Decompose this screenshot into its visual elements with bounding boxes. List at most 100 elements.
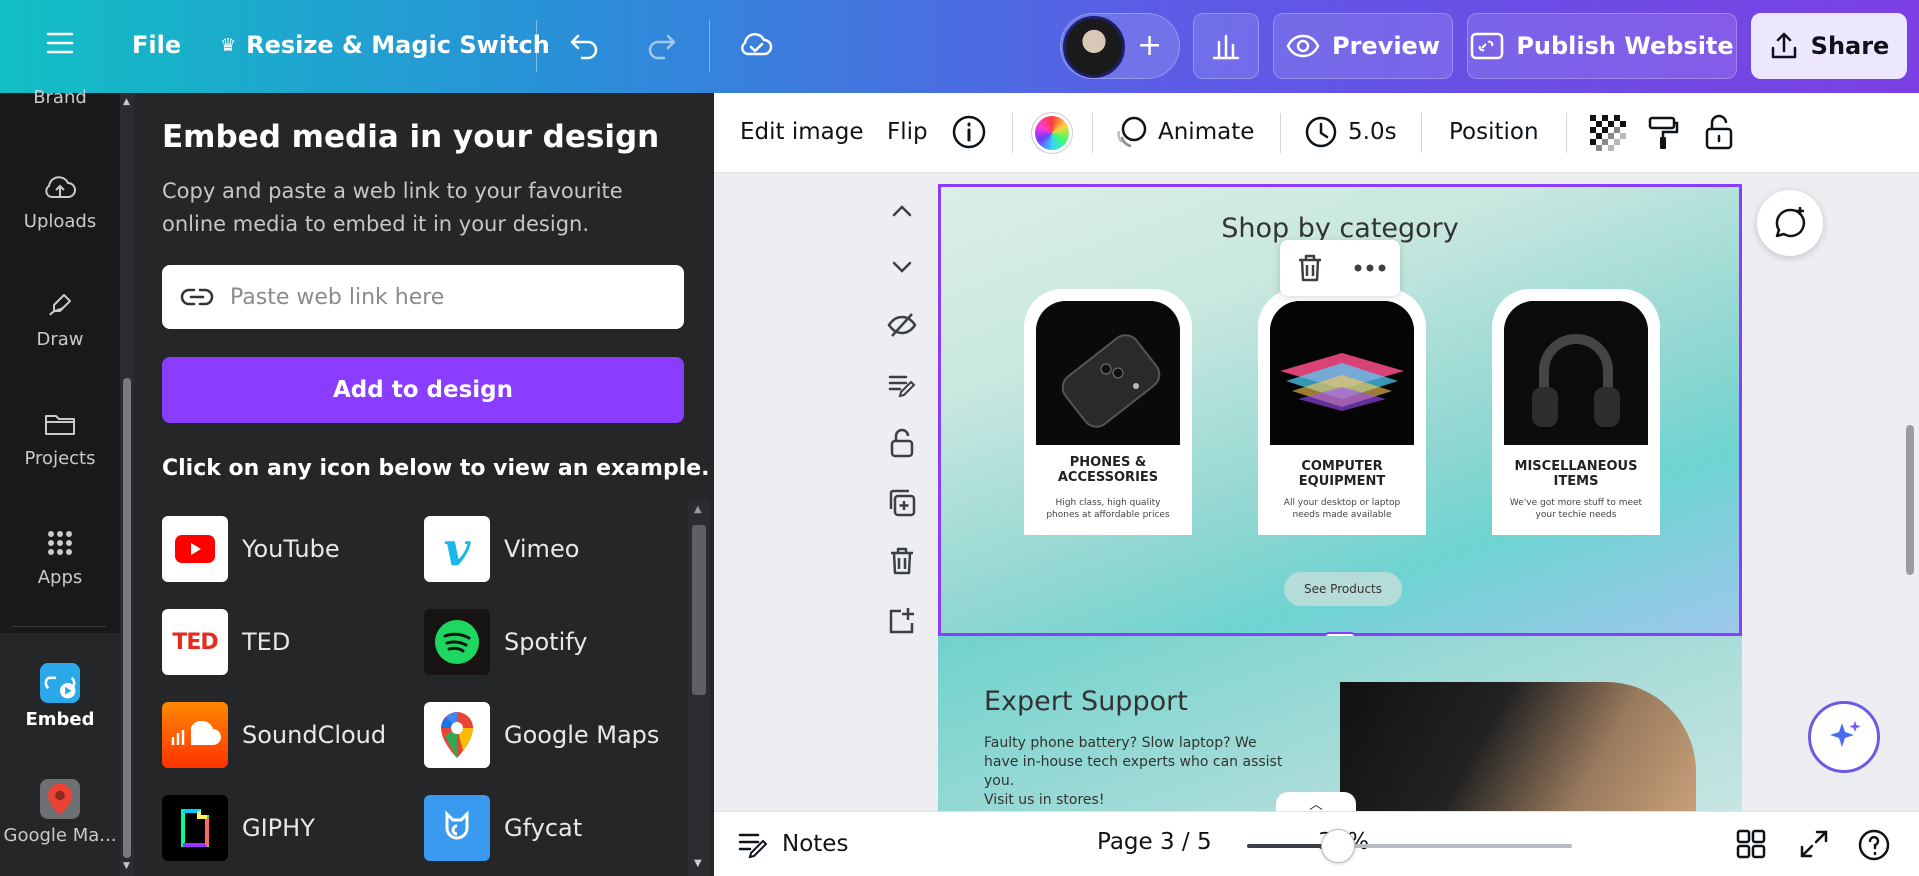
card-title[interactable]: COMPUTER EQUIPMENT: [1258, 459, 1426, 489]
design-page-next[interactable]: Expert Support Faulty phone battery? Slo…: [938, 636, 1742, 822]
sidebar-item-uploads[interactable]: Uploads: [0, 169, 120, 232]
grid-view-icon[interactable]: [1736, 829, 1766, 859]
chevron-up-icon[interactable]: [886, 195, 918, 227]
transparency-icon[interactable]: [1590, 115, 1626, 151]
add-to-design-button[interactable]: Add to design: [162, 357, 684, 423]
card-description[interactable]: High class, high quality phones at affor…: [1038, 497, 1178, 521]
help-icon[interactable]: [1858, 829, 1890, 861]
share-button[interactable]: Share: [1751, 13, 1907, 79]
card-description[interactable]: We've got more stuff to meet your techie…: [1506, 497, 1646, 521]
scrollbar-thumb[interactable]: [692, 525, 706, 695]
provider-vimeo[interactable]: v Vimeo: [424, 516, 579, 582]
category-card-misc[interactable]: MISCELLANEOUS ITEMS We've got more stuff…: [1492, 289, 1660, 535]
file-menu[interactable]: File: [132, 31, 181, 59]
phone-image[interactable]: [1036, 301, 1180, 445]
card-description[interactable]: All your desktop or laptop needs made av…: [1272, 497, 1412, 521]
provider-ted[interactable]: TED TED: [162, 609, 290, 675]
fullscreen-icon[interactable]: [1799, 829, 1829, 859]
sidebar-item-embed[interactable]: Embed: [0, 633, 120, 753]
chevron-down-icon[interactable]: [886, 251, 918, 283]
sidebar-item-apps[interactable]: Apps: [0, 525, 120, 588]
sidebar-item-label: Projects: [24, 448, 96, 469]
scroll-up-arrow-icon[interactable]: ▲: [123, 97, 130, 107]
lock-icon[interactable]: [1704, 113, 1734, 151]
provider-youtube[interactable]: YouTube: [162, 516, 340, 582]
provider-giphy[interactable]: GIPHY: [162, 795, 315, 861]
position-button[interactable]: Position: [1449, 119, 1539, 145]
preview-button[interactable]: Preview: [1273, 13, 1453, 79]
redo-icon[interactable]: [644, 28, 678, 62]
delete-page-icon[interactable]: [886, 545, 918, 577]
add-comment-button[interactable]: [1757, 190, 1823, 256]
duplicate-page-icon[interactable]: [886, 487, 918, 519]
trash-icon[interactable]: [1294, 252, 1326, 284]
canvas-scrollbar-thumb[interactable]: [1906, 425, 1914, 575]
provider-google-maps[interactable]: Google Maps: [424, 702, 659, 768]
resize-magic-switch-button[interactable]: ♛ Resize & Magic Switch: [220, 31, 550, 59]
edit-image-button[interactable]: Edit image: [740, 119, 864, 145]
scroll-up-arrow-icon[interactable]: ▲: [694, 504, 702, 515]
embed-link-field[interactable]: [162, 265, 684, 329]
embed-link-input[interactable]: [230, 284, 650, 310]
headphones-image[interactable]: [1504, 301, 1648, 445]
card-title[interactable]: PHONES & ACCESSORIES: [1024, 455, 1192, 485]
avatar[interactable]: [1063, 16, 1125, 78]
add-page-icon[interactable]: [886, 605, 918, 637]
info-icon[interactable]: [952, 115, 986, 149]
paint-format-icon[interactable]: [1647, 115, 1679, 151]
zoom-slider-handle[interactable]: [1321, 829, 1355, 863]
scrollbar-thumb[interactable]: [123, 378, 131, 858]
add-collaborator-icon[interactable]: +: [1137, 31, 1162, 61]
provider-label: Gfycat: [504, 814, 583, 842]
magic-assistant-button[interactable]: [1808, 701, 1880, 773]
undo-icon[interactable]: [568, 28, 602, 62]
panel-scrollbar[interactable]: ▲ ▼: [688, 500, 710, 876]
ted-icon: TED: [162, 609, 228, 675]
card-title[interactable]: MISCELLANEOUS ITEMS: [1492, 459, 1660, 489]
expert-support-image[interactable]: [1340, 682, 1696, 822]
provider-label: Google Maps: [504, 721, 660, 749]
duration-label: 5.0s: [1348, 119, 1397, 145]
sidebar-item-google-maps[interactable]: Google Ma...: [0, 753, 120, 876]
animate-button[interactable]: Animate: [1114, 115, 1254, 149]
notes-button[interactable]: Notes: [738, 829, 848, 859]
expert-support-visit[interactable]: Visit us in stores!: [984, 792, 1104, 808]
see-products-button[interactable]: See Products: [1284, 572, 1402, 606]
expert-support-description[interactable]: Faulty phone battery? Slow laptop? We ha…: [984, 734, 1284, 791]
expert-support-heading[interactable]: Expert Support: [984, 686, 1188, 717]
category-card-phones[interactable]: PHONES & ACCESSORIES High class, high qu…: [1024, 289, 1192, 535]
scroll-down-arrow-icon[interactable]: ▼: [694, 858, 702, 869]
cloud-saved-icon[interactable]: [738, 28, 774, 62]
link-icon: [1471, 32, 1504, 60]
flip-button[interactable]: Flip: [887, 119, 928, 145]
category-card-computers[interactable]: COMPUTER EQUIPMENT All your desktop or l…: [1258, 289, 1426, 535]
more-options-icon[interactable]: [1353, 263, 1387, 273]
publish-website-button[interactable]: Publish Website: [1467, 13, 1737, 79]
sidebar-item-label: Draw: [36, 329, 84, 350]
duration-button[interactable]: 5.0s: [1304, 115, 1397, 149]
sidebar-item-draw[interactable]: Draw: [0, 287, 120, 350]
giphy-icon: [162, 795, 228, 861]
page-indicator[interactable]: Page 3 / 5: [1097, 829, 1212, 855]
provider-soundcloud[interactable]: SoundCloud: [162, 702, 386, 768]
sidebar-scrollbar[interactable]: ▲ ▼: [120, 93, 134, 876]
share-label: Share: [1810, 32, 1890, 60]
zoom-slider[interactable]: [1247, 829, 1572, 863]
sidebar-item-projects[interactable]: Projects: [0, 406, 120, 469]
color-picker-icon[interactable]: [1032, 113, 1072, 153]
scroll-down-arrow-icon[interactable]: ▼: [123, 861, 130, 871]
insights-button[interactable]: [1193, 13, 1259, 79]
laptop-image[interactable]: [1270, 301, 1414, 445]
provider-label: YouTube: [242, 535, 340, 563]
lock-page-icon[interactable]: [886, 427, 918, 459]
menu-icon[interactable]: [45, 28, 75, 58]
draw-icon: [49, 294, 71, 316]
add-notes-icon[interactable]: [886, 369, 918, 401]
provider-spotify[interactable]: Spotify: [424, 609, 587, 675]
provider-label: GIPHY: [242, 814, 315, 842]
sidebar-item-brand-partial[interactable]: Brand: [0, 87, 120, 105]
hide-page-icon[interactable]: [886, 309, 918, 341]
notes-icon: [738, 833, 768, 859]
provider-gfycat[interactable]: Gfycat: [424, 795, 582, 861]
clock-icon: [1305, 116, 1337, 148]
